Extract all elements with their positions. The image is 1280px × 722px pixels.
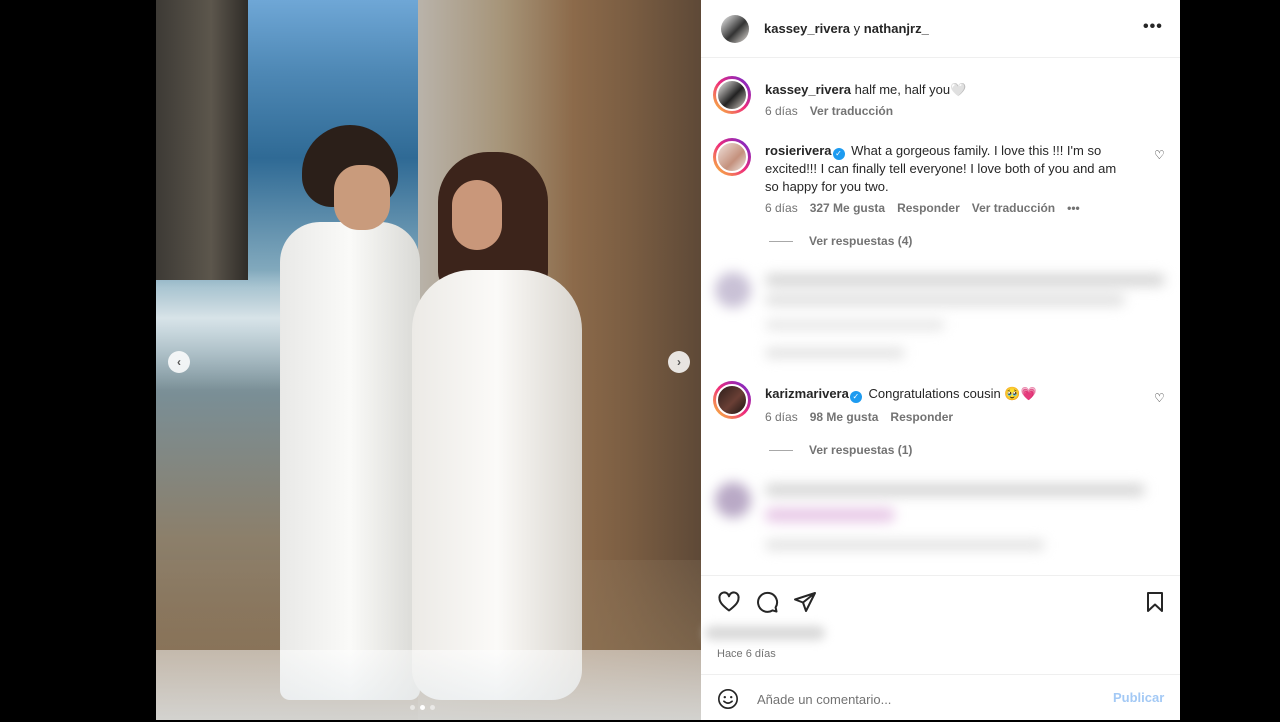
like-comment-heart-icon[interactable]: ♡ (1154, 148, 1165, 162)
carousel-next-button[interactable]: › (668, 351, 690, 373)
caption-meta: 6 días Ver traducción (765, 104, 893, 118)
comment-meta: 6 días 327 Me gusta Responder Ver traduc… (765, 201, 1080, 215)
emoji-icon[interactable] (717, 688, 739, 710)
comment-likes[interactable]: 327 Me gusta (810, 201, 885, 215)
post-header: kassey_rivera y nathanjrz_ ••• (701, 0, 1180, 58)
comment-avatar[interactable] (713, 138, 751, 176)
post-side-panel: kassey_rivera y nathanjrz_ ••• kassey_ri… (701, 0, 1180, 720)
share-icon[interactable] (793, 590, 817, 614)
blurred-likes-line (705, 624, 825, 642)
verified-badge-icon: ✓ (849, 391, 862, 403)
blurred-comment (715, 478, 1170, 563)
comment-translate-link[interactable]: Ver traducción (972, 201, 1055, 215)
person-face-2 (452, 180, 502, 250)
like-comment-heart-icon[interactable]: ♡ (1154, 391, 1165, 405)
comment-username[interactable]: karizmarivera (765, 386, 849, 401)
comment-avatar[interactable] (713, 381, 751, 419)
person-white-dress (412, 270, 582, 700)
replies-divider (769, 240, 793, 242)
add-comment-bar: Publicar (701, 674, 1180, 722)
comment-text: karizmarivera ✓ Congratulations cousin 🥹💗 (765, 385, 1125, 403)
caption-translate-link[interactable]: Ver traducción (810, 104, 893, 118)
comment-time[interactable]: 6 días (765, 410, 798, 424)
verified-badge-icon: ✓ (832, 148, 845, 160)
post-timestamp[interactable]: Hace 6 días (717, 648, 776, 660)
view-replies-button[interactable]: Ver respuestas (1) (769, 443, 912, 457)
view-replies-label: Ver respuestas (4) (809, 234, 913, 248)
author-username[interactable]: kassey_rivera (764, 21, 850, 36)
carousel-prev-button[interactable]: ‹ (168, 351, 190, 373)
chevron-left-icon: ‹ (177, 355, 181, 369)
carousel-dots (410, 705, 435, 710)
view-replies-button[interactable]: Ver respuestas (4) (769, 234, 912, 248)
comment-username[interactable]: rosierivera (765, 143, 832, 158)
comment-icon[interactable] (755, 590, 779, 614)
comment-reply-button[interactable]: Responder (890, 410, 953, 424)
person-face (334, 165, 390, 230)
comment-body: Congratulations cousin 🥹💗 (868, 386, 1037, 401)
coauthor-username[interactable]: nathanjrz_ (864, 21, 929, 36)
caption-body: half me, half you🤍 (854, 82, 967, 97)
comment-likes[interactable]: 98 Me gusta (810, 410, 879, 424)
person-white-shirt (280, 222, 420, 700)
post-authors: kassey_rivera y nathanjrz_ (764, 21, 929, 36)
post-photo (156, 0, 701, 720)
caption-avatar[interactable] (713, 76, 751, 114)
comment-time[interactable]: 6 días (765, 201, 798, 215)
caption-time[interactable]: 6 días (765, 104, 798, 118)
author-avatar[interactable] (719, 13, 751, 45)
comment-more-icon[interactable]: ••• (1067, 201, 1080, 215)
comment-reply-button[interactable]: Responder (897, 201, 960, 215)
view-replies-label: Ver respuestas (1) (809, 443, 913, 457)
comment-meta: 6 días 98 Me gusta Responder (765, 410, 953, 424)
post-actions: Hace 6 días Publicar (701, 575, 1180, 721)
more-options-button[interactable]: ••• (1143, 18, 1163, 36)
caption-username[interactable]: kassey_rivera (765, 82, 851, 97)
heart-icon[interactable] (717, 590, 741, 614)
pier-pillar-left (156, 0, 248, 280)
bookmark-icon[interactable] (1143, 590, 1167, 614)
more-icon: ••• (1143, 18, 1163, 35)
carousel-dot (410, 705, 415, 710)
replies-divider (769, 449, 793, 451)
author-separator: y (853, 21, 861, 36)
caption-text: kassey_rivera half me, half you🤍 (765, 81, 1125, 99)
carousel-dot (430, 705, 435, 710)
blurred-comment (715, 268, 1170, 363)
chevron-right-icon: › (677, 355, 681, 369)
publish-button[interactable]: Publicar (1113, 690, 1164, 705)
comment-text: rosierivera ✓ What a gorgeous family. I l… (765, 142, 1125, 196)
carousel-dot-active (420, 705, 425, 710)
comment-input[interactable] (755, 687, 1089, 711)
